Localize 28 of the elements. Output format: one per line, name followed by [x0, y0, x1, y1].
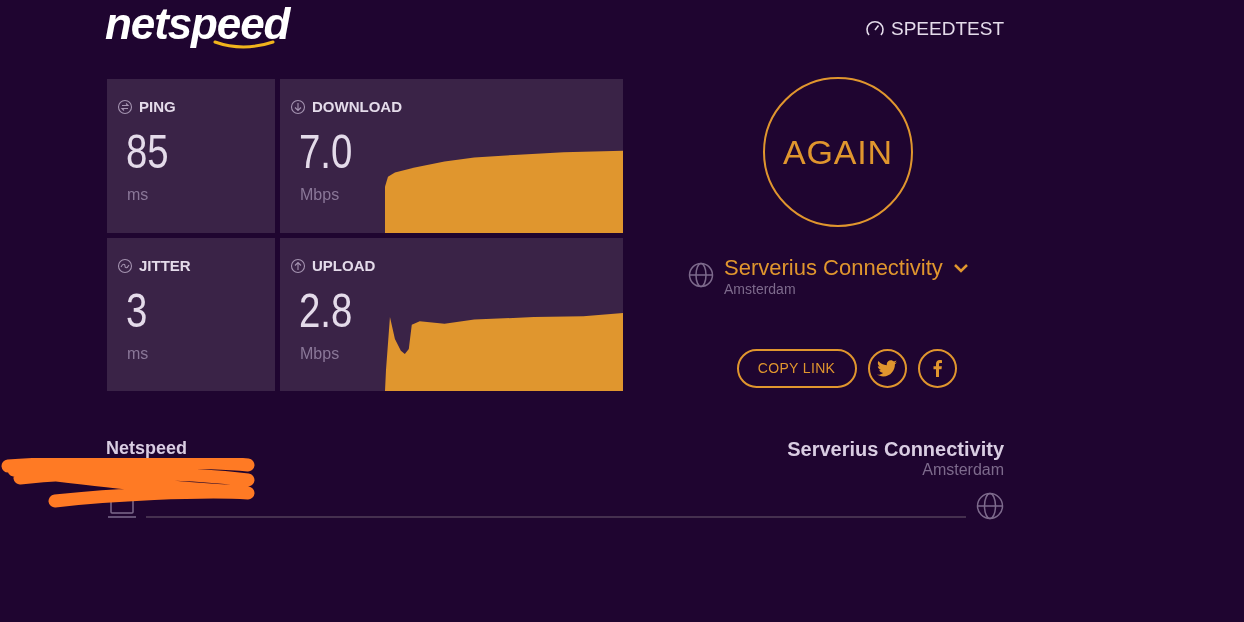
server-location: Amsterdam — [724, 281, 797, 297]
twitter-button[interactable] — [867, 349, 907, 388]
server-name: Serverius Connectivity — [787, 438, 1004, 460]
facebook-icon — [932, 360, 942, 377]
globe-icon — [688, 262, 714, 288]
bird-icon — [877, 360, 897, 377]
metric-unit: Mbps — [300, 345, 341, 363]
metric-unit: ms — [127, 186, 150, 204]
chevron-down-icon — [952, 263, 969, 273]
copy-link-button[interactable]: COPY LINK — [736, 349, 857, 388]
globe-icon — [976, 492, 1004, 520]
metric-unit: ms — [127, 345, 150, 363]
metric-label: DOWNLOAD — [312, 98, 402, 116]
metric-label: JITTER — [139, 257, 191, 275]
metric-value: 3 — [126, 285, 149, 337]
speedtest-link[interactable]: SPEEDTEST — [865, 18, 1004, 40]
server-location: Amsterdam — [922, 460, 1004, 480]
metric-value: 2.8 — [299, 285, 354, 337]
metric-label: UPLOAD — [312, 257, 376, 275]
again-button[interactable]: AGAIN — [763, 77, 913, 227]
metric-unit: Mbps — [300, 186, 341, 204]
facebook-button[interactable] — [917, 349, 957, 388]
swoosh-icon — [213, 40, 275, 50]
server-selector[interactable]: Serverius Connectivity — [724, 255, 969, 281]
metric-value: 7.0 — [299, 126, 354, 178]
metric-label: PING — [139, 98, 176, 116]
metric-value: 85 — [126, 126, 170, 178]
client-name: Netspeed — [106, 438, 188, 458]
